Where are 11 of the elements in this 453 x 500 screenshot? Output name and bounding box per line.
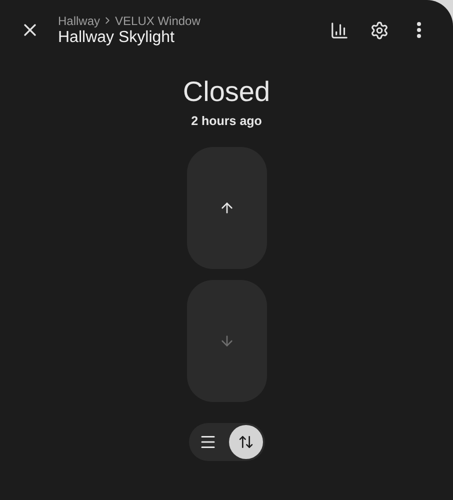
- mode-option[interactable]: [228, 425, 262, 459]
- bar-chart-icon: [330, 20, 348, 40]
- dialog-title: Hallway Skylight: [58, 28, 176, 46]
- settings-icon: [370, 20, 388, 40]
- breadcrumb-item: Hallway: [58, 14, 100, 28]
- last-changed-time: 2 hours ago: [191, 114, 262, 128]
- arrows-up-down-icon: [238, 434, 254, 450]
- more-icon: [417, 22, 421, 38]
- menu-icon: [198, 433, 216, 451]
- state-value: Closed: [182, 76, 270, 108]
- breadcrumb-item: VELUX Window: [115, 14, 200, 28]
